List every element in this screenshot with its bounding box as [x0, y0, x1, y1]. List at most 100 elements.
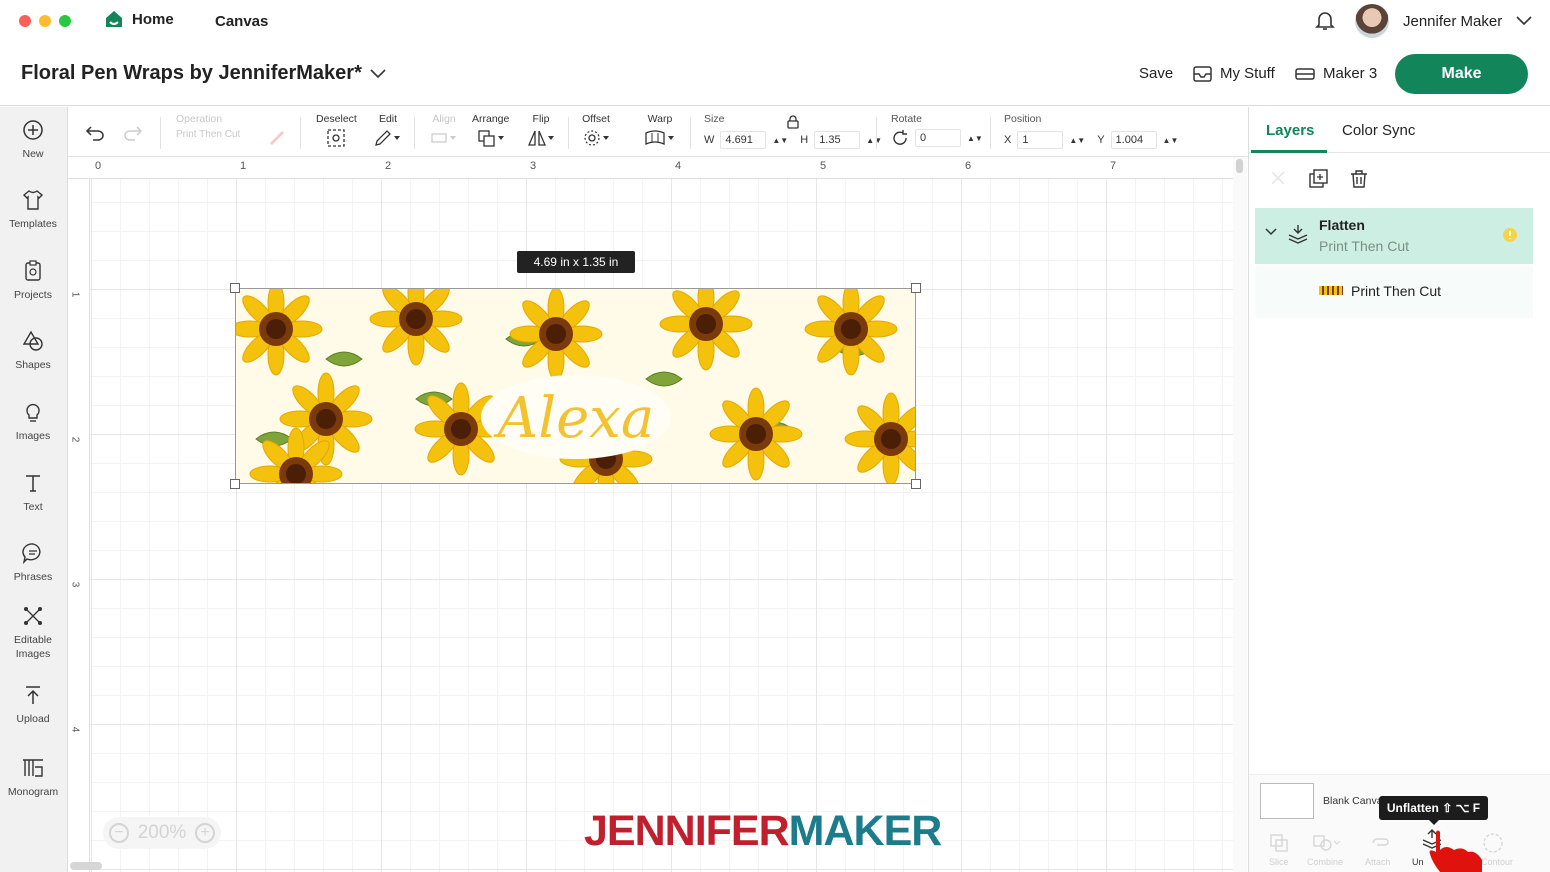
ruler-tick-label: 0	[95, 160, 102, 172]
scrollbar-thumb[interactable]	[1236, 159, 1243, 173]
position-controls: Position X 1 ▲▼ Y 1.004 ▲▼	[1004, 113, 1178, 149]
horizontal-scrollbar-thumb[interactable]	[70, 862, 102, 870]
watermark-logo: JENNIFERMAKER	[584, 810, 942, 853]
combine-button[interactable]: Combine	[1307, 857, 1343, 867]
close-window-button[interactable]	[19, 15, 31, 27]
blank-canvas-swatch[interactable]	[1260, 783, 1314, 819]
make-button[interactable]: Make	[1395, 54, 1528, 94]
pen-wrap-image[interactable]: Alexa	[235, 288, 916, 484]
layers-panel: Layers Color Sync Flatten Print Then Cut…	[1248, 107, 1550, 872]
save-button[interactable]: Save	[1139, 65, 1173, 82]
user-menu[interactable]: Jennifer Maker	[1355, 4, 1532, 38]
duplicate-icon[interactable]	[1309, 169, 1329, 189]
home-tab[interactable]: Home	[104, 10, 174, 28]
machine-button[interactable]: Maker 3	[1295, 65, 1377, 82]
ruler-tick-label: 6	[965, 160, 972, 172]
zoom-in-button[interactable]: +	[194, 823, 215, 843]
rotate-stepper[interactable]: ▲▼	[967, 134, 983, 143]
contour-button[interactable]: Contour	[1481, 857, 1513, 867]
edit-toolbar: Operation Print Then Cut Deselect Edit A…	[68, 107, 1248, 157]
arrange-label: Arrange	[472, 113, 510, 125]
x-stepper[interactable]: ▲▼	[1069, 136, 1085, 145]
layer-group-flatten[interactable]: Flatten Print Then Cut	[1255, 208, 1533, 264]
zoom-level: 200%	[137, 822, 187, 843]
resize-handle[interactable]	[911, 283, 921, 293]
chevron-down-icon	[1516, 16, 1532, 26]
resize-handle[interactable]	[230, 283, 240, 293]
pen-icon	[270, 131, 284, 145]
rotate-label: Rotate	[891, 113, 922, 125]
trash-icon[interactable]	[1349, 169, 1369, 189]
sidebar-item-shapes[interactable]: Shapes	[0, 330, 66, 372]
combine-icon	[1313, 835, 1341, 851]
lock-icon[interactable]	[787, 115, 799, 129]
undo-icon[interactable]	[85, 125, 105, 141]
edit-button[interactable]: Edit	[374, 113, 402, 147]
arrange-button[interactable]: Arrange	[472, 113, 509, 147]
resize-handle[interactable]	[230, 479, 240, 489]
my-stuff-button[interactable]: My Stuff	[1193, 65, 1275, 82]
ruler-tick-label: 5	[820, 160, 827, 172]
sidebar-item-monogram[interactable]: Monogram	[0, 757, 66, 799]
redo-icon[interactable]	[123, 125, 143, 141]
vertical-scrollbar[interactable]	[1233, 157, 1247, 872]
layer-item[interactable]: Print Then Cut	[1255, 266, 1533, 318]
tab-color-sync[interactable]: Color Sync	[1342, 122, 1415, 139]
x-label: X	[1004, 134, 1012, 146]
y-input[interactable]: 1.004	[1110, 131, 1157, 149]
bell-icon[interactable]	[1314, 9, 1336, 31]
monogram-icon	[23, 759, 43, 777]
deselect-button[interactable]: Deselect	[316, 113, 357, 147]
my-stuff-label: My Stuff	[1220, 65, 1275, 82]
sidebar-item-phrases[interactable]: Phrases	[0, 542, 66, 584]
width-stepper[interactable]: ▲▼	[772, 136, 788, 145]
align-button[interactable]: Align	[430, 113, 458, 147]
resize-handle[interactable]	[911, 479, 921, 489]
sidebar-item-label: Templates	[9, 218, 57, 230]
width-input[interactable]: 4.691	[720, 131, 767, 149]
offset-button[interactable]: Offset	[582, 113, 610, 147]
tab-layers[interactable]: Layers	[1266, 122, 1314, 139]
sidebar-item-label: Editable Images	[14, 634, 52, 661]
slice-button[interactable]: Slice	[1269, 857, 1289, 867]
sidebar-item-text[interactable]: Text	[0, 472, 66, 514]
zoom-window-button[interactable]	[59, 15, 71, 27]
flip-button[interactable]: Flip	[527, 113, 555, 147]
sidebar-item-label: Upload	[16, 713, 50, 725]
layer-name: Print Then Cut	[1351, 283, 1442, 299]
warp-button[interactable]: Warp	[644, 113, 676, 147]
align-icon	[431, 133, 456, 143]
height-input[interactable]: 1.35	[814, 131, 861, 149]
operation-label: Operation	[176, 113, 223, 125]
sidebar-item-projects[interactable]: Projects	[0, 260, 66, 302]
attach-button[interactable]: Attach	[1365, 857, 1391, 867]
sidebar-item-label: Projects	[14, 289, 52, 301]
chevron-down-icon[interactable]	[1265, 228, 1277, 236]
layer-group-name: Flatten	[1319, 217, 1365, 233]
toolbar-divider	[568, 117, 569, 149]
inbox-icon	[1193, 65, 1212, 82]
project-title[interactable]: Floral Pen Wraps by JenniferMaker*	[21, 62, 386, 85]
x-input[interactable]: 1	[1017, 131, 1064, 149]
attach-icon	[1372, 838, 1389, 846]
sidebar-item-editable-images[interactable]: Editable Images	[0, 605, 66, 661]
zoom-out-button[interactable]: −	[109, 823, 129, 843]
ruler-tick-label: 7	[1110, 160, 1117, 172]
y-stepper[interactable]: ▲▼	[1163, 136, 1179, 145]
sidebar-item-upload[interactable]: Upload	[0, 684, 66, 726]
sidebar-item-new[interactable]: New	[0, 119, 66, 161]
canvas-tab[interactable]: Canvas	[215, 13, 268, 30]
sidebar-item-images[interactable]: Images	[0, 401, 66, 443]
home-icon	[106, 11, 122, 27]
operation-select[interactable]: Operation Print Then Cut	[176, 113, 240, 140]
rotate-input[interactable]: 0	[915, 129, 961, 147]
height-stepper[interactable]: ▲▼	[866, 136, 882, 145]
warning-icon[interactable]	[1502, 227, 1518, 243]
design-canvas[interactable]	[68, 157, 1233, 872]
toolbar-divider	[990, 117, 991, 149]
unflatten-button[interactable]: Un	[1412, 857, 1424, 867]
group-icon[interactable]	[1269, 169, 1287, 187]
sidebar-item-templates[interactable]: Templates	[0, 189, 66, 231]
minimize-window-button[interactable]	[39, 15, 51, 27]
ruler-tick-label: 1	[240, 160, 247, 172]
